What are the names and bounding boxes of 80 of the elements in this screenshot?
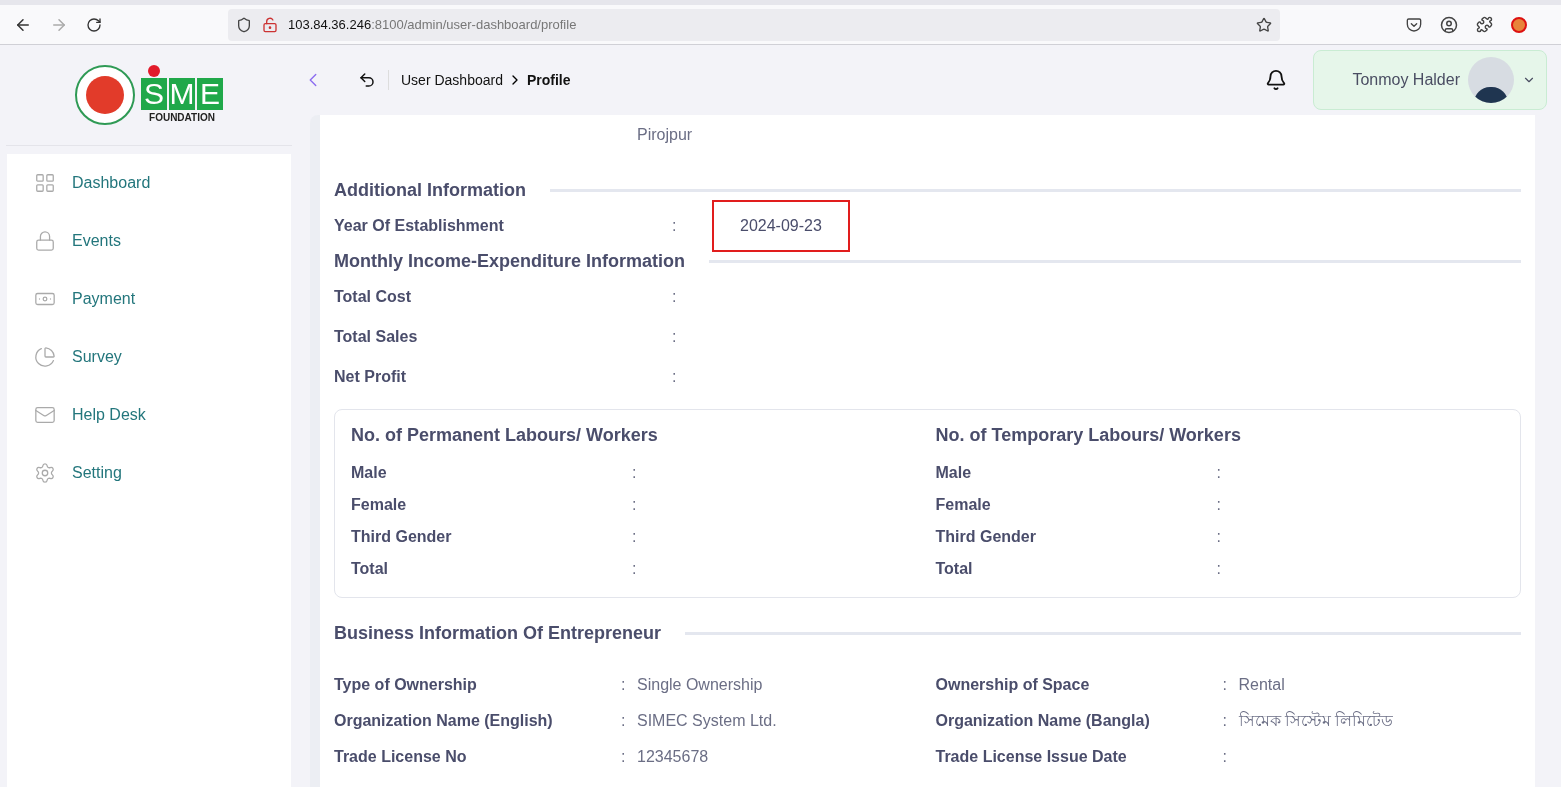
address-value: Pirojpur [637, 125, 694, 145]
field-label: Organization Name (Bangla) [935, 711, 1151, 731]
sidebar-item[interactable]: Survey [7, 328, 291, 386]
colon: : [1216, 495, 1221, 515]
extension-icon[interactable] [1511, 16, 1527, 33]
user-menu[interactable]: Tonmoy Halder [1313, 50, 1547, 110]
sidebar-item[interactable]: Dashboard [7, 154, 291, 212]
field-label: Male [351, 463, 388, 483]
settings-icon [34, 462, 56, 484]
field-label: Total [935, 559, 974, 579]
field-label: Third Gender [935, 527, 1037, 547]
field-label: Net Profit [334, 367, 407, 387]
colon: : [672, 328, 677, 345]
pie-chart-icon [34, 346, 56, 368]
breadcrumb-link[interactable]: User Dashboard [401, 69, 503, 91]
colon: : [672, 368, 677, 385]
field-label: Trade License Issue Date [935, 747, 1128, 767]
pocket-icon[interactable] [1406, 16, 1422, 33]
field-label: Year Of Establishment [334, 216, 505, 236]
back-arrow-icon[interactable] [358, 71, 376, 89]
field-label: Organization Name (English) [334, 711, 554, 731]
sidebar-item[interactable]: Payment [7, 270, 291, 328]
field-label: Total Sales [334, 327, 419, 347]
colon: : [621, 712, 626, 729]
field-label: Type of Ownership [334, 675, 478, 695]
colon: : [1222, 676, 1227, 693]
colon: : [1216, 463, 1221, 483]
field-value: 12345678 [637, 747, 709, 767]
field-label: Total Cost [334, 287, 413, 307]
field-label: Ownership of Space [935, 675, 1091, 695]
field-label: Third Gender [351, 527, 453, 547]
logo-letter: E [197, 78, 223, 110]
colon: : [1222, 748, 1227, 765]
url-text: 103.84.36.246:8100/admin/user-dashboard/profile [288, 15, 578, 34]
sidebar-item[interactable]: Setting [7, 444, 291, 502]
logo-text: FOUNDATION [149, 111, 215, 125]
logo-letter: M [169, 78, 195, 110]
colon: : [672, 217, 677, 234]
field-label: Male [935, 463, 973, 483]
field-label: Female [351, 495, 408, 515]
colon: : [1216, 527, 1221, 547]
field-value: SIMEC System Ltd. [637, 711, 777, 731]
colon: : [1216, 559, 1221, 579]
sidebar-item[interactable]: Events [7, 212, 291, 270]
card-heading: No. of Temporary Labours/ Workers [935, 424, 1242, 447]
notification-bell-icon[interactable] [1265, 69, 1287, 91]
avatar [1468, 57, 1514, 103]
field-label: Female [935, 495, 992, 515]
account-icon[interactable] [1440, 15, 1458, 34]
field-value: Rental [1238, 675, 1285, 695]
bookmark-star-icon[interactable] [1256, 16, 1272, 33]
address-bar[interactable]: 103.84.36.246:8100/admin/user-dashboard/profile [228, 8, 1280, 41]
logo-letter: S [141, 78, 167, 110]
extensions-icon[interactable] [1476, 16, 1493, 33]
mail-icon [34, 404, 56, 426]
emblem-logo [75, 65, 135, 125]
field-value: 2024-09-23 [712, 200, 850, 252]
shield-icon [236, 16, 252, 33]
field-value: Single Ownership [637, 675, 763, 695]
field-label: Trade License No [334, 747, 468, 767]
colon: : [621, 748, 626, 765]
reload-icon[interactable] [86, 16, 102, 33]
colon: : [632, 559, 637, 579]
card-heading: No. of Permanent Labours/ Workers [351, 424, 659, 447]
section-title: Monthly Income-Expenditure Information [334, 250, 685, 273]
colon: : [632, 527, 637, 547]
field-label: Total [351, 559, 390, 579]
breadcrumb-link[interactable]: Profile [526, 69, 571, 91]
field-value: সিমেক সিস্টেম লিমিটেড [1238, 710, 1394, 731]
section-title: Business Information Of Entrepreneur [334, 622, 662, 645]
insecure-lock-icon [262, 16, 278, 33]
section-title: Additional Information [334, 179, 526, 202]
colon: : [632, 463, 637, 483]
colon: : [621, 676, 626, 693]
lock-icon [34, 230, 56, 252]
grid-icon [34, 172, 56, 194]
colon: : [1222, 712, 1227, 729]
sidebar-item[interactable]: Help Desk [7, 386, 291, 444]
colon: : [672, 288, 677, 305]
colon: : [632, 495, 637, 515]
